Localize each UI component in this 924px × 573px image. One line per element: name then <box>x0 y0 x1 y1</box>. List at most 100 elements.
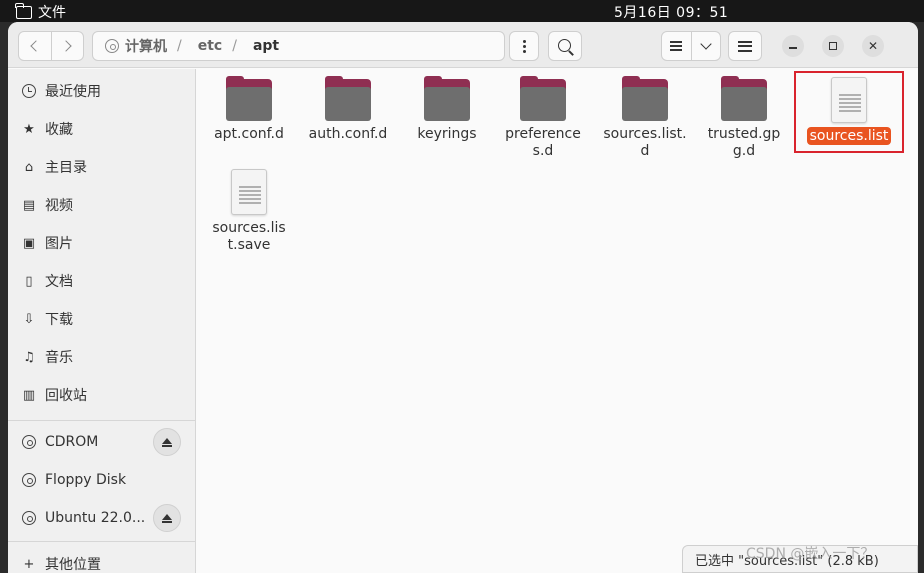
music-icon: ♫ <box>23 349 35 365</box>
nav-buttons <box>18 31 84 61</box>
sidebar-item-music[interactable]: ♫ 音乐 <box>8 339 195 375</box>
plus-icon: + <box>23 556 35 572</box>
search-button[interactable] <box>548 31 582 61</box>
sidebar-item-downloads[interactable]: ⇩ 下载 <box>8 301 195 337</box>
sidebar-item-videos[interactable]: ▤ 视频 <box>8 187 195 223</box>
folder-icon <box>15 2 32 19</box>
path-bar[interactable]: 计算机 / etc / apt <box>92 31 505 61</box>
close-icon: ✕ <box>867 39 879 53</box>
sidebar-item-starred[interactable]: ★ 收藏 <box>8 111 195 147</box>
folder-icon <box>325 76 371 121</box>
list-view-button[interactable] <box>662 32 691 60</box>
download-icon: ⇩ <box>23 311 35 327</box>
video-icon: ▤ <box>22 197 36 213</box>
dot <box>522 44 526 48</box>
star-icon: ★ <box>23 121 35 137</box>
sidebar-item-label: Floppy Disk <box>45 472 127 488</box>
file-name: sources.list <box>803 127 895 145</box>
maximize-button[interactable] <box>822 35 844 57</box>
path-segment-etc[interactable]: etc <box>198 38 223 54</box>
eject-button[interactable] <box>153 504 181 532</box>
file-item[interactable]: preferences.d <box>500 76 586 160</box>
chevron-left-icon <box>30 40 43 52</box>
file-item[interactable]: apt.conf.d <box>203 76 295 143</box>
file-item[interactable]: keyrings <box>401 76 493 143</box>
sidebar-item-other-locations[interactable]: + 其他位置 <box>8 546 195 573</box>
list-view-icon <box>670 41 683 51</box>
file-item[interactable]: trusted.gpg.d <box>702 76 786 160</box>
file-item[interactable]: sources.list.d <box>602 76 688 160</box>
chevron-right-icon <box>60 40 72 52</box>
disc-icon <box>21 510 37 526</box>
file-name: preferences.d <box>505 126 581 159</box>
sidebar-item-label: 其他位置 <box>45 557 101 573</box>
path-separator: / <box>232 38 237 54</box>
sidebar-item-label: 音乐 <box>45 350 73 366</box>
path-separator: / <box>177 38 182 54</box>
file-item[interactable]: sources.list.save <box>211 169 287 254</box>
sidebar-item-label: 最近使用 <box>45 84 101 100</box>
chevron-down-icon <box>700 38 712 50</box>
text-file-icon <box>231 169 267 215</box>
clock-icon <box>21 83 37 99</box>
sidebar-item-documents[interactable]: ▯ 文档 <box>8 263 195 299</box>
eject-icon <box>162 514 172 523</box>
path-segment-computer[interactable]: 计算机 <box>125 36 167 56</box>
sidebar-item-trash[interactable]: ▥ 回收站 <box>8 377 195 413</box>
file-name: sources.list.save <box>212 220 286 253</box>
dot <box>522 49 526 53</box>
file-item[interactable]: auth.conf.d <box>302 76 394 143</box>
back-button[interactable] <box>19 32 51 60</box>
sidebar-item-cdrom[interactable]: CDROM <box>8 424 195 460</box>
sidebar-divider <box>8 541 195 542</box>
path-segment-apt[interactable]: apt <box>253 38 279 54</box>
sidebar-item-recent[interactable]: 最近使用 <box>8 73 195 109</box>
file-name: trusted.gpg.d <box>707 126 781 159</box>
minimize-icon <box>789 47 797 49</box>
app-menu-label: 文件 <box>38 5 66 21</box>
file-name: apt.conf.d <box>214 126 284 142</box>
sidebar: 最近使用 ★ 收藏 ⌂ 主目录 ▤ 视频 ▣ 图片 ▯ 文档 ⇩ 下载 ♫ 音乐 <box>8 69 196 573</box>
sidebar-item-label: 图片 <box>45 236 73 252</box>
home-icon: ⌂ <box>24 159 34 175</box>
sidebar-item-label: 视频 <box>45 198 73 214</box>
trash-icon: ▥ <box>22 387 36 403</box>
image-icon: ▣ <box>22 235 36 251</box>
document-icon: ▯ <box>25 273 33 289</box>
maximize-icon <box>829 42 837 50</box>
file-manager-window: 计算机 / etc / apt ✕ 最近使用 ★ 收藏 ⌂ 主目录 ▤ 视频 ▣… <box>8 22 918 573</box>
disc-icon <box>21 434 37 450</box>
folder-icon <box>721 76 767 121</box>
close-button[interactable]: ✕ <box>862 35 884 57</box>
sidebar-item-label: 收藏 <box>45 122 73 138</box>
file-name: auth.conf.d <box>308 126 388 142</box>
sidebar-item-label: 文档 <box>45 274 73 290</box>
app-menu[interactable]: 文件 <box>15 2 66 22</box>
file-item-selected[interactable]: sources.list <box>803 77 895 145</box>
eject-icon <box>162 438 172 447</box>
sidebar-item-ubuntu[interactable]: Ubuntu 22.0... <box>8 500 195 536</box>
sidebar-item-floppy[interactable]: Floppy Disk <box>8 462 195 498</box>
file-view[interactable]: apt.conf.d auth.conf.d keyrings preferen… <box>197 69 918 573</box>
clock[interactable]: 5月16日 09：51 <box>614 2 728 22</box>
file-name: sources.list.d <box>603 126 687 159</box>
top-panel: 文件 5月16日 09：51 <box>0 0 924 22</box>
sidebar-item-home[interactable]: ⌂ 主目录 <box>8 149 195 185</box>
minimize-button[interactable] <box>782 35 804 57</box>
eject-button[interactable] <box>153 428 181 456</box>
text-file-icon <box>831 77 867 123</box>
sidebar-item-label: 回收站 <box>45 388 87 404</box>
sidebar-item-label: CDROM <box>45 434 99 450</box>
path-menu-button[interactable] <box>509 31 539 61</box>
sidebar-item-label: 主目录 <box>45 160 87 176</box>
disc-icon <box>21 472 37 488</box>
main-menu-button[interactable] <box>728 31 762 61</box>
hamburger-icon <box>738 40 752 52</box>
view-options-button[interactable] <box>690 32 720 60</box>
sidebar-item-pictures[interactable]: ▣ 图片 <box>8 225 195 261</box>
dots-icon <box>522 39 526 43</box>
folder-icon <box>226 76 272 121</box>
file-name-text: sources.list <box>806 127 892 145</box>
folder-icon <box>622 76 668 121</box>
forward-button[interactable] <box>50 32 83 60</box>
